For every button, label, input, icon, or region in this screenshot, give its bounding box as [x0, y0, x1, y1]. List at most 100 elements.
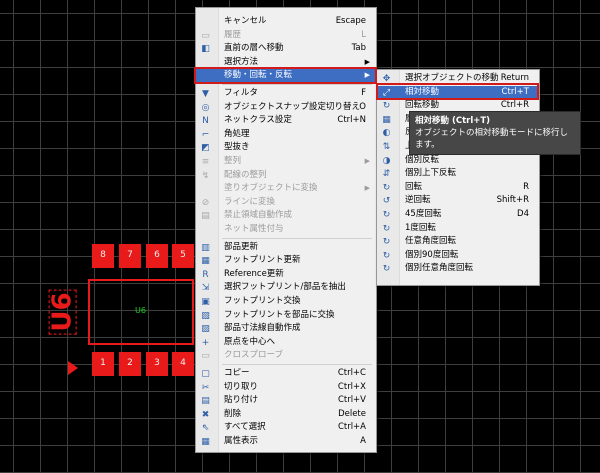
submenu-arrow-icon: ▶	[364, 157, 370, 165]
menu-item-label: Reference更新	[224, 268, 284, 279]
footprint-update-icon: ▦	[201, 256, 210, 267]
net-attr-icon	[200, 225, 211, 235]
menu-item-footprint-update[interactable]: ▦ フットプリント更新	[196, 254, 376, 268]
menu-separator	[222, 84, 372, 85]
menu-item-label: 1度回転	[405, 222, 436, 233]
menu-item-paste[interactable]: ▤ 貼り付け Ctrl+V	[196, 394, 376, 408]
menu-item-shortcut: L	[361, 29, 366, 40]
rotate-reverse-icon: ↺	[382, 196, 391, 207]
menu-item-corner[interactable]: ⌐ 角処理	[196, 128, 376, 142]
menu-item-individual-rotate-any[interactable]: ↻ 個別任意角度回転	[377, 262, 539, 276]
menu-item-shortcut: A	[360, 436, 366, 446]
menu-item-label: 履歴	[224, 29, 242, 40]
menu-item-shortcut: Shift+R	[496, 195, 529, 206]
menu-item-label: フットプリントを部品に交換	[224, 309, 335, 320]
menu-item-cutout[interactable]: ◩ 型抜き	[196, 141, 376, 155]
menu-item-cut[interactable]: ✂ 切り取り Ctrl+X	[196, 381, 376, 395]
menu-item-layer-swap[interactable]: ◧ 直前の層へ移動 Tab	[196, 42, 376, 56]
extract-icon: ⇲	[201, 283, 210, 294]
menu-item-delete[interactable]: ✖ 削除 Delete	[196, 408, 376, 422]
menu-item-label: 原点を中心へ	[224, 336, 276, 347]
menu-item-label: フットプリント交換	[224, 296, 301, 306]
snap-icon: ◎	[201, 102, 210, 113]
menu-item-copy[interactable]: ▢ コピー Ctrl+C	[196, 367, 376, 381]
pad-number: 5	[180, 250, 186, 260]
menu-item-netclass[interactable]: N ネットクラス設定 Ctrl+N	[196, 114, 376, 128]
history-icon: ▭	[201, 30, 210, 41]
dimension-icon: ▨	[201, 324, 210, 335]
tooltip-text: オブジェクトの相対移動モードに移行します。	[415, 128, 569, 150]
individual-rotate-90-icon: ↻	[382, 250, 391, 261]
menu-item-label: ネットクラス設定	[224, 115, 292, 126]
menu-item-label: 直前の層へ移動	[224, 43, 284, 54]
menu-item-label: 45度回転	[405, 209, 442, 219]
select-all-icon: ⇖	[201, 423, 210, 434]
menu-item-label: 整列	[224, 156, 242, 166]
menu-item-shortcut: Ctrl+N	[337, 115, 366, 126]
menu-item-dimension[interactable]: ▨ 部品寸法線自動作成	[196, 322, 376, 336]
menu-item-snap[interactable]: ◎ オブジェクトスナップ設定切り替え O	[196, 101, 376, 115]
menu-item-footprint-swap[interactable]: ▣ フットプリント交換	[196, 295, 376, 309]
menu-item-reference-update[interactable]: R Reference更新	[196, 268, 376, 282]
menu-item-label: 型抜き	[224, 142, 250, 153]
menu-item-label: すべて選択	[224, 422, 266, 433]
menu-item-filter[interactable]: ▼ フィルタ F	[196, 87, 376, 101]
menu-item-label: 個別反転	[405, 154, 440, 165]
menu-item-label: 部品更新	[224, 241, 259, 252]
menu-item-label: 任意角度回転	[405, 236, 457, 247]
menu-item-label: 個別上下反転	[405, 168, 457, 179]
menu-item-select-all[interactable]: ⇖ すべて選択 Ctrl+A	[196, 421, 376, 435]
menu-item-label: 貼り付け	[224, 395, 259, 406]
menu-item-shortcut: Ctrl+A	[337, 422, 366, 433]
menu-item-label: 回転	[405, 181, 423, 192]
menu-item-rotate[interactable]: ↻ 回転 R	[377, 181, 539, 195]
corner-icon: ⌐	[201, 129, 210, 140]
menu-item-net-attr: ネット属性付与	[196, 223, 376, 237]
menu-item-shortcut: R	[523, 181, 529, 192]
route-align-icon: ↯	[201, 170, 210, 181]
menu-item-label: フットプリント更新	[224, 255, 301, 266]
menu-item-cancel[interactable]: キャンセル Escape	[196, 15, 376, 29]
menu-item-label: ラインに変換	[224, 196, 276, 207]
menu-item-shortcut: Tab	[351, 43, 366, 54]
menu-item-label: オブジェクトスナップ設定切り替え	[224, 101, 361, 112]
menu-item-rotate-reverse[interactable]: ↺ 逆回転 Shift+R	[377, 194, 539, 208]
menu-item-crossprobe: ▭ クロスプローブ	[196, 349, 376, 363]
pad-number: 3	[154, 358, 160, 368]
netclass-icon: N	[202, 116, 209, 127]
fill-convert-icon	[200, 184, 211, 194]
menu-item-individual-flip-vertical[interactable]: ⇵ 個別上下反転	[377, 167, 539, 181]
menu-item-rotate-any[interactable]: ↻ 任意角度回転	[377, 235, 539, 249]
focus-highlight-box	[376, 83, 539, 101]
menu-item-label: 削除	[224, 408, 242, 419]
menu-item-rotate-1[interactable]: ↻ 1度回転	[377, 222, 539, 236]
menu-item-properties[interactable]: ▦ 属性表示 A	[196, 435, 376, 449]
paste-icon: ▤	[201, 396, 210, 407]
layer-swap-icon: ◧	[201, 44, 210, 55]
menu-item-origin-center[interactable]: + 原点を中心へ	[196, 336, 376, 350]
menu-item-part-update[interactable]: ▥ 部品更新	[196, 241, 376, 255]
menu-item-label: 禁止領域自動作成	[224, 210, 293, 221]
menu-item-keepout: ▤ 禁止領域自動作成	[196, 209, 376, 223]
menu-separator	[222, 364, 372, 365]
interlayer-icon: ▦	[382, 114, 391, 125]
align-icon: ≡	[201, 157, 210, 167]
origin-center-icon: +	[201, 337, 210, 348]
part-update-icon: ▥	[201, 242, 210, 253]
menu-item-individual-flip[interactable]: ◑ 個別反転	[377, 154, 539, 168]
menu-item-label: キャンセル	[224, 16, 267, 26]
menu-item-label: ネット属性付与	[224, 224, 284, 234]
pad-number: 2	[127, 358, 133, 368]
menu-item-label: フィルタ	[224, 88, 258, 98]
line-convert-icon: ⊘	[201, 197, 210, 208]
menu-item-rotate-45[interactable]: ↻ 45度回転 D4	[377, 208, 539, 222]
individual-rotate-any-icon: ↻	[382, 264, 391, 275]
menu-item-label: 選択フットプリント/部品を抽出	[224, 282, 346, 293]
rotate-any-icon: ↻	[382, 237, 391, 248]
menu-item-individual-rotate-90[interactable]: ↻ 個別90度回転	[377, 249, 539, 263]
menu-item-extract[interactable]: ⇲ 選択フットプリント/部品を抽出	[196, 281, 376, 295]
crossprobe-icon: ▭	[201, 351, 210, 362]
submenu-arrow-icon: ▶	[364, 184, 370, 193]
menu-item-footprint-to-part[interactable]: ▧ フットプリントを部品に交換	[196, 309, 376, 323]
menu-item-history: ▭ 履歴 L	[196, 29, 376, 43]
